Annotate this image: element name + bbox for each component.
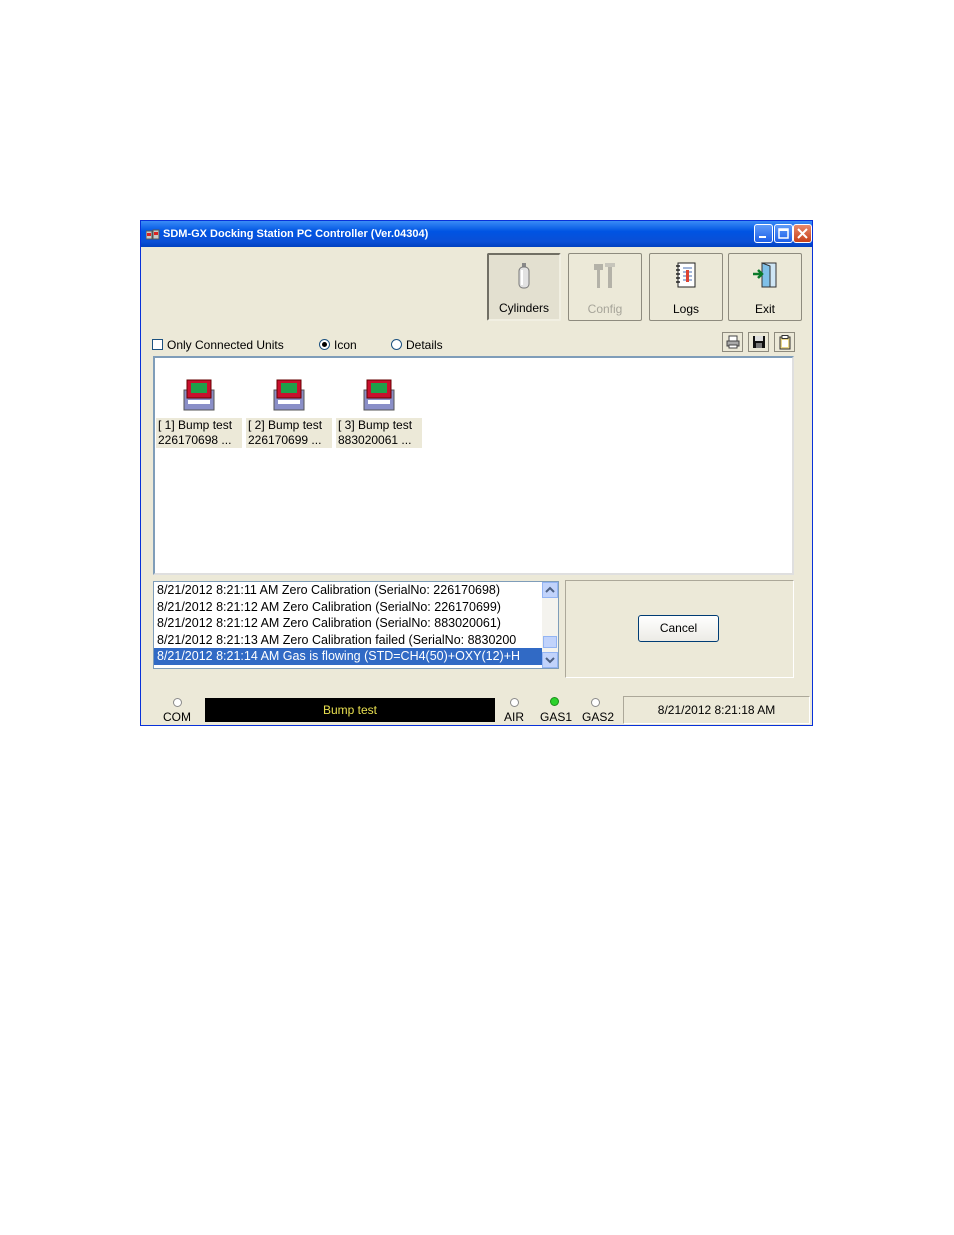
radio-details[interactable] <box>391 339 402 350</box>
air-indicator-led <box>510 698 519 707</box>
only-connected-label: Only Connected Units <box>167 338 284 352</box>
view-details-label: Details <box>406 338 443 352</box>
radio-icon-selected[interactable] <box>319 339 330 350</box>
view-details-radio[interactable]: Details <box>391 338 443 352</box>
gas1-indicator-led <box>550 697 559 706</box>
app-icon <box>146 229 160 240</box>
event-log-list[interactable]: 8/21/2012 8:21:11 AM Zero Calibration (S… <box>153 581 559 669</box>
config-label: Config <box>587 302 623 316</box>
status-display: Bump test <box>205 698 495 722</box>
save-button[interactable] <box>748 332 769 352</box>
unit-label: [ 3] Bump test 883020061 ... <box>336 418 422 448</box>
only-connected-checkbox[interactable]: Only Connected Units <box>152 338 284 352</box>
app-window: SDM-GX Docking Station PC Controller (Ve… <box>140 220 813 726</box>
gas2-label: GAS2 <box>582 710 615 724</box>
cancel-button[interactable]: Cancel <box>638 615 719 642</box>
scroll-thumb[interactable] <box>543 636 557 648</box>
unit-item-2[interactable]: [ 2] Bump test 226170699 ... <box>246 378 332 452</box>
exit-button[interactable]: Exit <box>728 253 802 321</box>
unit-label: [ 2] Bump test 226170699 ... <box>246 418 332 448</box>
cylinders-button[interactable]: Cylinders <box>487 253 561 321</box>
print-button[interactable] <box>722 332 743 352</box>
air-label: AIR <box>504 710 525 724</box>
clipboard-icon <box>779 335 791 350</box>
maximize-button[interactable] <box>774 224 793 243</box>
window-title: SDM-GX Docking Station PC Controller (Ve… <box>163 228 429 240</box>
minimize-icon <box>759 236 766 238</box>
status-bar: COM Bump test AIR GAS1 GAS2 8/21/2012 8:… <box>141 691 812 725</box>
log-scrollbar[interactable] <box>542 582 558 668</box>
cylinders-label: Cylinders <box>498 301 549 315</box>
config-button[interactable]: Config <box>568 253 642 321</box>
close-icon <box>797 228 808 239</box>
scroll-up-button[interactable] <box>542 582 558 598</box>
unit-status: [ 2] Bump test <box>248 418 323 432</box>
units-listview[interactable]: [ 1] Bump test 226170698 ... [ 2] Bump t… <box>153 356 794 575</box>
logs-label: Logs <box>672 302 700 316</box>
unit-item-3[interactable]: [ 3] Bump test 883020061 ... <box>336 378 422 452</box>
log-row-selected[interactable]: 8/21/2012 8:21:14 AM Gas is flowing (STD… <box>154 648 543 665</box>
unit-serial: 226170699 ... <box>248 433 322 447</box>
checkbox-box[interactable] <box>152 339 163 350</box>
log-row[interactable]: 8/21/2012 8:21:13 AM Zero Calibration fa… <box>154 632 543 649</box>
log-row[interactable]: 8/21/2012 8:21:12 AM Zero Calibration (S… <box>154 615 543 632</box>
unit-status: [ 3] Bump test <box>338 418 413 432</box>
tools-icon <box>594 263 615 288</box>
arrow-up-icon <box>545 586 555 593</box>
scroll-down-button[interactable] <box>542 652 558 668</box>
close-button[interactable] <box>793 224 812 243</box>
maximize-icon <box>778 228 789 239</box>
unit-label: [ 1] Bump test 226170698 ... <box>156 418 242 448</box>
datetime-display: 8/21/2012 8:21:18 AM <box>623 696 810 724</box>
docking-unit-icon <box>183 379 215 411</box>
log-row[interactable]: 8/21/2012 8:21:12 AM Zero Calibration (S… <box>154 599 543 616</box>
com-indicator-led <box>173 698 182 707</box>
clipboard-button[interactable] <box>774 332 795 352</box>
floppy-disk-icon <box>753 336 765 348</box>
title-bar[interactable]: SDM-GX Docking Station PC Controller (Ve… <box>141 221 812 247</box>
unit-item-1[interactable]: [ 1] Bump test 226170698 ... <box>156 378 242 452</box>
view-icon-radio[interactable]: Icon <box>319 338 357 352</box>
view-icon-label: Icon <box>334 338 357 352</box>
cylinder-icon <box>518 263 530 289</box>
logs-button[interactable]: Logs <box>649 253 723 321</box>
logbook-icon <box>676 262 696 288</box>
log-row[interactable]: 8/21/2012 8:21:11 AM Zero Calibration (S… <box>154 582 543 599</box>
exit-label: Exit <box>754 302 775 316</box>
arrow-down-icon <box>545 657 555 664</box>
unit-serial: 226170698 ... <box>158 433 232 447</box>
unit-serial: 883020061 ... <box>338 433 412 447</box>
printer-icon <box>726 335 740 349</box>
docking-unit-icon <box>363 379 395 411</box>
docking-unit-icon <box>273 379 305 411</box>
gas2-indicator-led <box>591 698 600 707</box>
minimize-button[interactable] <box>754 224 773 243</box>
exit-door-icon <box>753 262 777 288</box>
gas1-label: GAS1 <box>540 710 573 724</box>
com-label: COM <box>163 710 191 724</box>
unit-status: [ 1] Bump test <box>158 418 233 432</box>
